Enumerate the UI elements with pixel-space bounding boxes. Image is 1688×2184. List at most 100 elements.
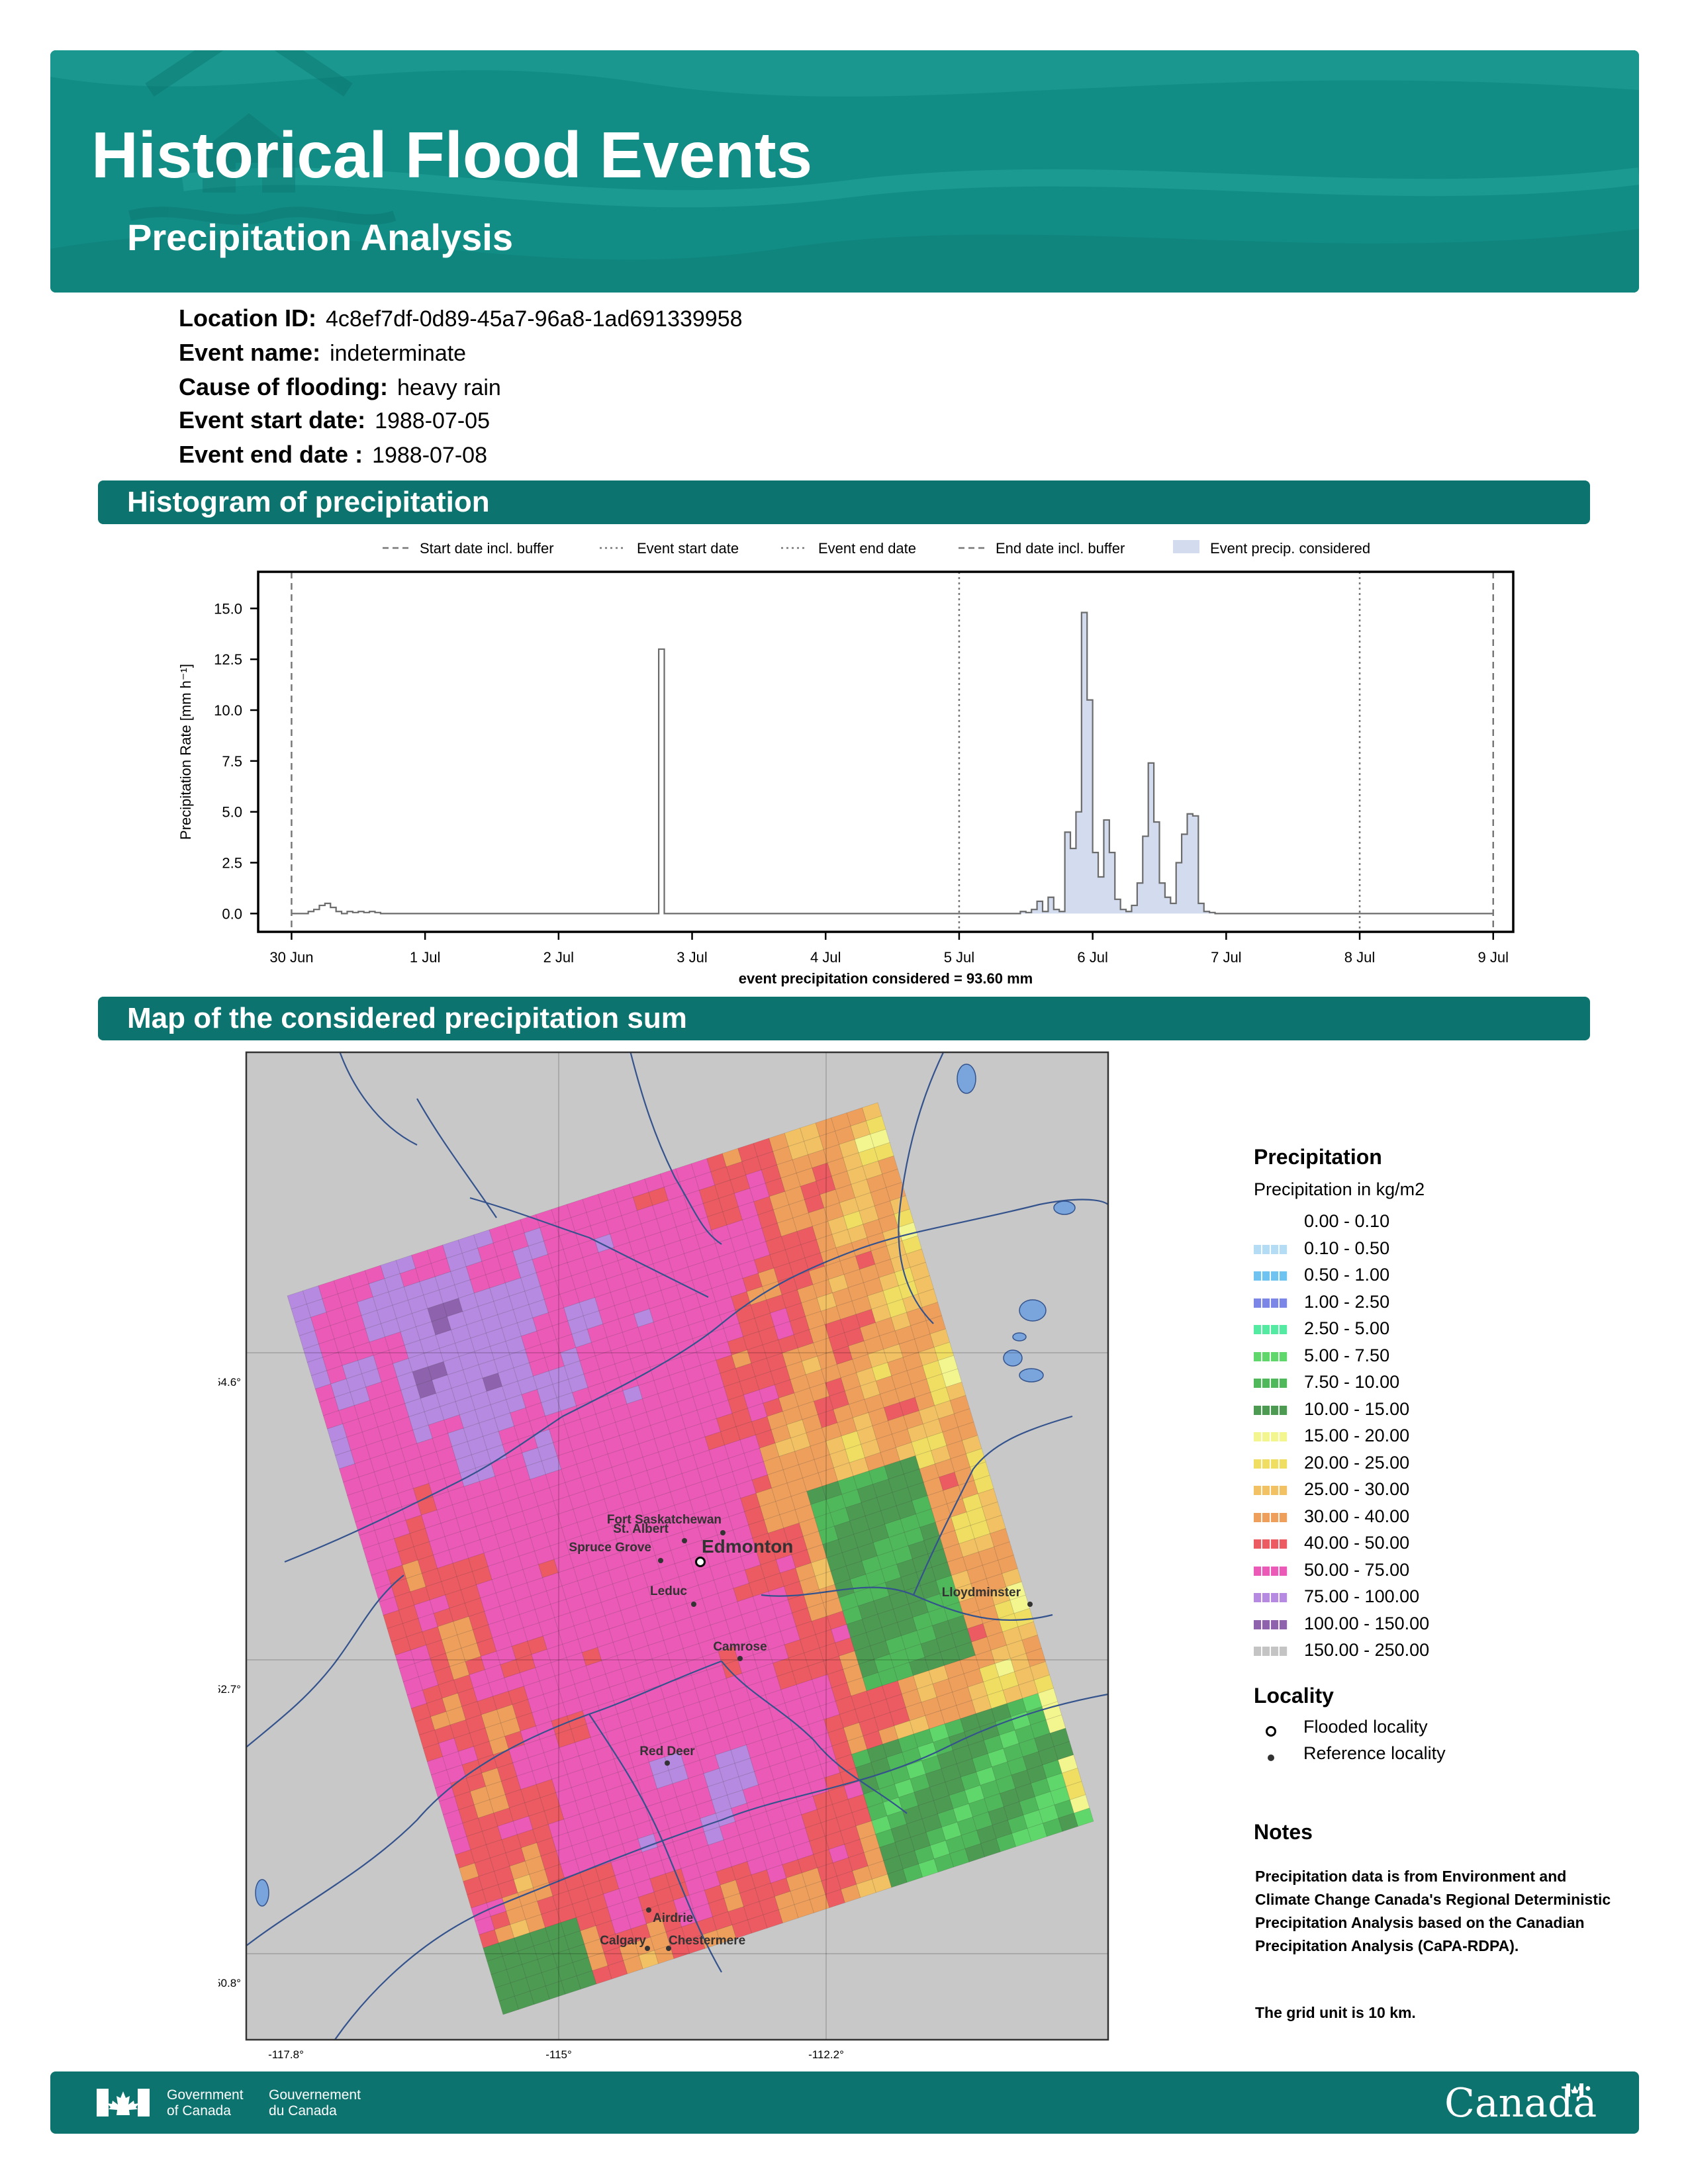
meta-label: Event start date: bbox=[179, 406, 366, 433]
gov-fr-line2: du Canada bbox=[269, 2103, 337, 2118]
y-tick-label: 7.5 bbox=[222, 753, 242, 770]
legend-row: 50.00 - 75.00 bbox=[1254, 1557, 1585, 1584]
legend-swatch bbox=[1254, 1271, 1288, 1281]
event-end-date: Event end date : 1988-07-08 bbox=[179, 441, 487, 469]
lake bbox=[230, 1301, 241, 1309]
legend-label: Event precip. considered bbox=[1210, 540, 1370, 557]
place-label: Red Deer bbox=[639, 1745, 695, 1758]
legend-row: 25.00 - 30.00 bbox=[1254, 1477, 1585, 1503]
legend-label: 150.00 - 250.00 bbox=[1304, 1640, 1430, 1660]
legend-row: 0.10 - 0.50 bbox=[1254, 1236, 1585, 1262]
reference-locality-icon bbox=[1268, 1754, 1274, 1761]
legend-label: 2.50 - 5.00 bbox=[1304, 1318, 1390, 1338]
legend-label: 100.00 - 150.00 bbox=[1304, 1613, 1430, 1633]
x-tick-label: 7 Jul bbox=[1211, 949, 1241, 966]
legend-row: 1.00 - 2.50 bbox=[1254, 1289, 1585, 1316]
legend-swatch bbox=[1254, 1244, 1288, 1254]
lat-label: +54.6° bbox=[218, 1376, 241, 1388]
y-axis-label: Precipitation Rate [mm h⁻¹] bbox=[177, 664, 194, 840]
place-label: St. Albert bbox=[613, 1522, 669, 1536]
legend-swatch bbox=[1254, 1512, 1288, 1522]
legend-swatch bbox=[1254, 1566, 1288, 1576]
x-tick-label: 1 Jul bbox=[410, 949, 440, 966]
legend-label: 10.00 - 15.00 bbox=[1304, 1398, 1410, 1419]
lake bbox=[1053, 1201, 1076, 1215]
meta-value: 1988-07-05 bbox=[375, 408, 490, 433]
legend-label: 5.00 - 7.50 bbox=[1304, 1345, 1390, 1365]
y-tick-label: 15.0 bbox=[214, 600, 242, 617]
meta-value: indeterminate bbox=[330, 341, 467, 366]
legend-swatch bbox=[1254, 1432, 1288, 1441]
reference-locality-marker bbox=[658, 1558, 663, 1563]
lake bbox=[1019, 1299, 1047, 1322]
legend-swatch bbox=[1254, 1379, 1288, 1388]
reference-locality-marker bbox=[665, 1760, 670, 1766]
meta-label: Event end date : bbox=[179, 441, 363, 468]
locality-flooded-label: Flooded locality bbox=[1303, 1717, 1428, 1737]
legend-swatch bbox=[1254, 1539, 1288, 1549]
event-start-date: Event start date: 1988-07-05 bbox=[179, 406, 490, 434]
reference-locality-marker bbox=[646, 1907, 651, 1913]
reference-locality-marker bbox=[1027, 1602, 1033, 1607]
place-label: Spruce Grove bbox=[569, 1541, 651, 1555]
legend-label: 25.00 - 30.00 bbox=[1304, 1479, 1410, 1499]
meta-value: heavy rain bbox=[397, 375, 501, 400]
y-tick-label: 12.5 bbox=[214, 651, 242, 668]
legend-patch bbox=[1173, 540, 1199, 553]
lake bbox=[1012, 1332, 1027, 1342]
legend-label: 20.00 - 25.00 bbox=[1304, 1452, 1410, 1473]
place-label: Lloydminster bbox=[942, 1586, 1021, 1600]
legend-label: 0.50 - 1.00 bbox=[1304, 1265, 1390, 1285]
x-tick-label: 5 Jul bbox=[944, 949, 974, 966]
meta-value: 1988-07-08 bbox=[372, 443, 487, 468]
event-precip-note: event precipitation considered = 93.60 m… bbox=[739, 970, 1033, 987]
y-tick-label: 5.0 bbox=[222, 804, 242, 821]
gov-en: Government of Canada bbox=[167, 2087, 244, 2119]
legend-row: 7.50 - 10.00 bbox=[1254, 1369, 1585, 1396]
section-histogram-title: Histogram of precipitation bbox=[98, 480, 1590, 524]
locality-title: Locality bbox=[1254, 1684, 1334, 1707]
legend-row: 40.00 - 50.00 bbox=[1254, 1530, 1585, 1557]
legend-swatch bbox=[1254, 1619, 1288, 1629]
legend-swatch bbox=[1254, 1486, 1288, 1495]
place-label: Edmonton bbox=[702, 1536, 793, 1557]
x-tick-label: 2 Jul bbox=[543, 949, 574, 966]
meta-label: Event name: bbox=[179, 339, 321, 366]
legend-label: 0.10 - 0.50 bbox=[1304, 1238, 1390, 1258]
legend-swatch bbox=[1254, 1405, 1288, 1415]
place-label: Chestermere bbox=[669, 1934, 745, 1948]
gov-en-line2: of Canada bbox=[167, 2103, 231, 2118]
wordmark-flag-icon bbox=[1566, 2083, 1583, 2097]
legend-title: Precipitation bbox=[1254, 1145, 1382, 1169]
legend-row: 0.00 - 0.10 bbox=[1254, 1208, 1585, 1235]
legend-label: 75.00 - 100.00 bbox=[1304, 1586, 1420, 1606]
legend-label: 7.50 - 10.00 bbox=[1304, 1372, 1400, 1392]
meta-label: Cause of flooding: bbox=[179, 373, 388, 400]
legend-row: 10.00 - 15.00 bbox=[1254, 1396, 1585, 1423]
precipitation-map: Fort SaskatchewanSt. AlbertEdmontonSpruc… bbox=[218, 1051, 1109, 2061]
lake bbox=[255, 1879, 269, 1907]
reference-locality-marker bbox=[737, 1656, 743, 1661]
reference-locality-marker bbox=[691, 1602, 696, 1607]
legend-row: 2.50 - 5.00 bbox=[1254, 1316, 1585, 1342]
meta-value: 4c8ef7df-0d89-45a7-96a8-1ad691339958 bbox=[325, 306, 743, 332]
canada-flag-icon bbox=[97, 2089, 150, 2116]
legend-label: End date incl. buffer bbox=[996, 540, 1125, 557]
legend-row: 0.50 - 1.00 bbox=[1254, 1262, 1585, 1289]
legend-row: 20.00 - 25.00 bbox=[1254, 1450, 1585, 1477]
lat-label: +52.7° bbox=[218, 1683, 241, 1696]
event-cause: Cause of flooding: heavy rain bbox=[179, 373, 501, 401]
y-tick-label: 10.0 bbox=[214, 702, 242, 719]
gov-fr-line1: Gouvernement bbox=[269, 2087, 361, 2103]
flooded-locality-icon bbox=[1266, 1726, 1276, 1737]
legend-row: 5.00 - 7.50 bbox=[1254, 1343, 1585, 1369]
legend-swatch bbox=[1254, 1298, 1288, 1308]
y-tick-label: 0.0 bbox=[222, 905, 242, 922]
event-precip-fill bbox=[1020, 612, 1215, 914]
legend-label: Event start date bbox=[637, 540, 739, 557]
legend-label: 30.00 - 40.00 bbox=[1304, 1506, 1410, 1526]
lon-label: -115° bbox=[545, 2048, 572, 2061]
legend-row: 150.00 - 250.00 bbox=[1254, 1637, 1585, 1664]
legend-row: 100.00 - 150.00 bbox=[1254, 1611, 1585, 1637]
legend-swatch bbox=[1254, 1218, 1288, 1227]
